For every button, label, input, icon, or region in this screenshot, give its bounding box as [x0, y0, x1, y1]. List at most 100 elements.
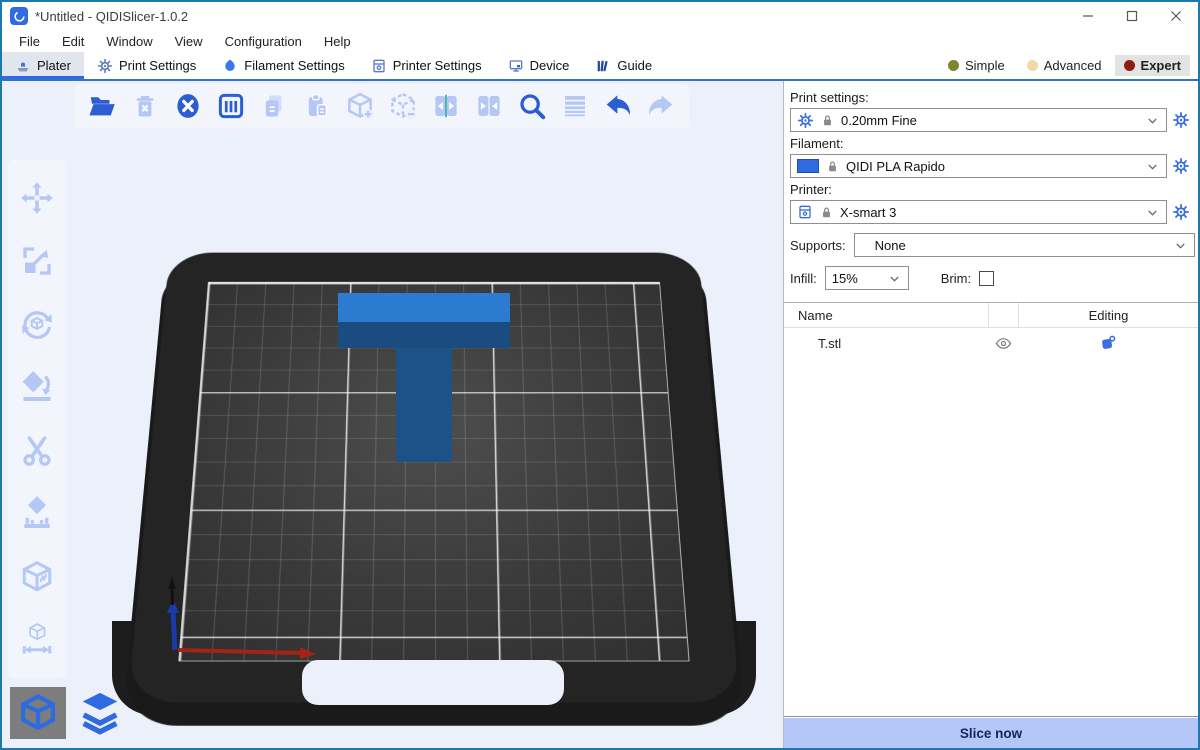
place-on-face-button[interactable] [19, 369, 55, 405]
mode-advanced[interactable]: Advanced [1018, 55, 1111, 76]
paste-icon [302, 91, 332, 121]
menu-view[interactable]: View [164, 32, 214, 51]
mode-switch: Simple Advanced Expert [939, 52, 1198, 79]
paint-supports-icon [19, 494, 55, 534]
split-to-objects-button[interactable] [428, 88, 464, 124]
printer-label: Printer: [790, 182, 1192, 197]
open-folder-icon [87, 91, 117, 121]
model-t-stem[interactable] [396, 348, 452, 462]
app-icon [10, 7, 28, 25]
filament-gear-button[interactable] [1172, 156, 1192, 176]
move-button[interactable] [19, 180, 55, 216]
model-t-front-face[interactable] [338, 322, 510, 348]
undo-icon [603, 91, 633, 121]
filament-icon [222, 58, 238, 74]
undo-button[interactable] [600, 88, 636, 124]
model-t-top-face[interactable] [338, 293, 510, 322]
tab-plater[interactable]: Plater [2, 52, 84, 79]
mode-expert[interactable]: Expert [1115, 55, 1190, 76]
lock-icon [825, 159, 840, 174]
measure-button[interactable] [19, 622, 55, 658]
paste-button[interactable] [299, 88, 335, 124]
add-instance-button[interactable] [342, 88, 378, 124]
move-icon [19, 178, 55, 218]
print-settings-value: 0.20mm Fine [841, 113, 1139, 128]
scene [2, 81, 783, 748]
tab-print-settings[interactable]: Print Settings [84, 52, 209, 79]
measure-icon [19, 620, 55, 660]
delete-all-button[interactable] [170, 88, 206, 124]
cut-button[interactable] [19, 433, 55, 469]
rotate-button[interactable] [19, 306, 55, 342]
print-settings-gear-button[interactable] [1172, 110, 1192, 130]
menu-bar: File Edit Window View Configuration Help [2, 30, 1198, 52]
open-button[interactable] [84, 88, 120, 124]
printer-combo[interactable]: X-smart 3 [790, 200, 1167, 224]
filament-combo[interactable]: QIDI PLA Rapido [790, 154, 1167, 178]
delete-all-icon [173, 91, 203, 121]
maximize-icon [1126, 10, 1138, 22]
view-preview-button[interactable] [72, 687, 128, 739]
gear-icon [797, 112, 814, 129]
copy-icon [259, 91, 289, 121]
infill-combo[interactable]: 15% [825, 266, 909, 290]
table-row[interactable]: T.stl [784, 328, 1198, 358]
chevron-down-icon [1145, 113, 1160, 128]
menu-edit[interactable]: Edit [51, 32, 95, 51]
printer-icon [371, 58, 387, 74]
print-settings-combo[interactable]: 0.20mm Fine [790, 108, 1167, 132]
eye-icon[interactable] [995, 335, 1012, 352]
menu-configuration[interactable]: Configuration [214, 32, 313, 51]
axes-indicator-icon [142, 559, 342, 659]
close-icon [1170, 10, 1182, 22]
split-to-parts-button[interactable] [471, 88, 507, 124]
tab-guide[interactable]: Guide [582, 52, 665, 79]
settings-sidebar: Print settings: 0.20mm Fine Filament: QI… [783, 81, 1198, 748]
view-3d-editor-button[interactable] [10, 687, 66, 739]
redo-button[interactable] [643, 88, 679, 124]
minimize-button[interactable] [1066, 2, 1110, 30]
column-editing: Editing [1018, 303, 1198, 327]
variable-layer-height-button[interactable] [557, 88, 593, 124]
paint-supports-button[interactable] [19, 496, 55, 532]
tab-device[interactable]: Device [495, 52, 583, 79]
tab-printer-settings[interactable]: Printer Settings [358, 52, 495, 79]
tab-bar: Plater Print Settings Filament Settings … [2, 52, 1198, 81]
close-button[interactable] [1154, 2, 1198, 30]
seam-painting-button[interactable] [19, 559, 55, 595]
menu-window[interactable]: Window [95, 32, 163, 51]
column-visibility [988, 303, 1018, 327]
edit-object-icon[interactable] [1099, 334, 1117, 352]
trash-icon [131, 92, 159, 120]
arrange-button[interactable] [213, 88, 249, 124]
filament-label: Filament: [790, 136, 1192, 151]
supports-combo[interactable]: None [854, 233, 1195, 257]
tab-filament-settings[interactable]: Filament Settings [209, 52, 357, 79]
infill-value: 15% [832, 271, 881, 286]
brim-label: Brim: [941, 271, 971, 286]
chevron-down-icon [1145, 205, 1160, 220]
slice-now-button[interactable]: Slice now [784, 718, 1198, 748]
device-icon [508, 58, 524, 74]
simple-dot-icon [948, 60, 959, 71]
printer-gear-button[interactable] [1172, 202, 1192, 222]
rotate-icon [19, 304, 55, 344]
scale-button[interactable] [19, 243, 55, 279]
view-3d-cube-icon [17, 692, 59, 734]
gear-icon [1172, 157, 1190, 175]
chevron-down-icon [1173, 238, 1188, 253]
qidislicer-window: { "window": { "title": "*Untitled - QIDI… [0, 0, 1200, 750]
plater-icon [15, 58, 31, 74]
menu-file[interactable]: File [8, 32, 51, 51]
maximize-button[interactable] [1110, 2, 1154, 30]
minimize-icon [1082, 10, 1094, 22]
viewport-3d [2, 81, 783, 748]
brim-checkbox[interactable] [979, 271, 994, 286]
copy-button[interactable] [256, 88, 292, 124]
remove-instance-button[interactable] [385, 88, 421, 124]
mode-simple[interactable]: Simple [939, 55, 1014, 76]
filament-color-swatch [797, 159, 819, 173]
menu-help[interactable]: Help [313, 32, 362, 51]
search-button[interactable] [514, 88, 550, 124]
delete-button[interactable] [127, 88, 163, 124]
